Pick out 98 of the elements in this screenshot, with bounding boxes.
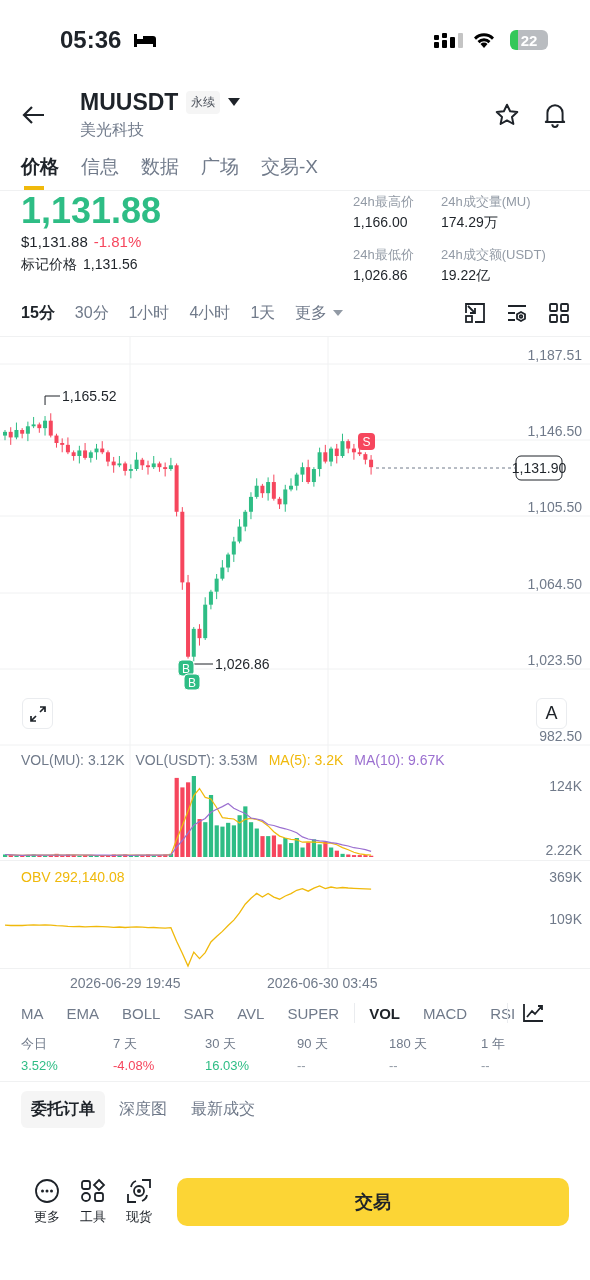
stat-value: 19.22亿 [441,266,492,285]
stat-label: 24h成交额(USDT) [441,245,547,264]
interval-tab[interactable]: 30分 [74,302,109,324]
tab[interactable]: 交易-X [261,150,318,190]
bell-icon[interactable] [542,102,568,128]
axis-label: 2.22K [545,842,582,858]
period-change: 16.03% [205,1058,251,1073]
period-label: 7 天 [113,1035,138,1053]
interval-tab[interactable]: 15分 [21,302,55,324]
expand-icon [27,703,48,724]
legend-item: VOL(USDT): 3.53M [135,752,258,768]
stat-value: 1,026.86 [353,266,409,283]
more-intervals-dropdown[interactable]: 更多 [295,302,344,324]
order-book-tab[interactable]: 委托订单 [21,1091,105,1128]
contract-badge: 永续 [186,91,221,114]
high-price-label: 1,165.52 [62,388,117,404]
scale-button[interactable]: A [536,698,567,729]
signal-icon [434,32,464,48]
window-icon[interactable] [464,302,486,324]
period-change: -- [481,1058,491,1073]
interval-tab[interactable]: 4小时 [189,302,231,324]
grid-icon[interactable] [548,302,570,324]
indicator-tab[interactable]: RSI [490,1004,516,1022]
more-icon [34,1178,60,1204]
indicator-tab[interactable]: MACD [423,1004,468,1022]
legend-item: MA(5): 3.2K [268,752,344,768]
price-change: -1.81% [93,233,142,250]
time-label: 2026-06-30 03:45 [267,975,378,991]
last-price: 1,131.88 [21,191,163,231]
order-book-tab[interactable]: 深度图 [109,1091,177,1128]
indicator-tab[interactable]: SAR [183,1004,215,1022]
period-label: 1 年 [481,1035,506,1053]
indicator-tab[interactable]: EMA [66,1004,99,1022]
axis-label: 369K [549,869,582,885]
scan-icon [126,1178,152,1204]
chart-settings-icon[interactable] [522,1003,545,1023]
stat-label: 24h成交量(MU) [441,193,532,211]
stat-value: 1,166.00 [353,214,409,230]
toolbar-action[interactable]: 更多 [34,1178,60,1226]
interval-tab[interactable]: 1天 [250,302,276,324]
axis-label: 124K [549,778,582,794]
tab[interactable]: 价格 [21,150,59,190]
stat-label: 24h最高价 [353,193,415,211]
stat-value: 174.29万 [441,214,499,232]
caret-icon[interactable] [228,98,241,107]
axis-label: 1,064.50 [527,576,582,592]
clock-time: 05:36 [60,26,122,54]
axis-label: 1,023.50 [527,652,582,668]
bed-icon [133,32,158,48]
axis-label: 1,105.50 [527,499,582,515]
symbol-title[interactable]: MUUSDT [80,89,179,116]
leader-line [44,395,61,406]
company-name: 美光科技 [80,120,145,140]
buy-marker: B [177,659,195,677]
indicator-tab[interactable]: MA [21,1004,44,1022]
interval-tab[interactable]: 1小时 [128,302,170,324]
indicator-tab[interactable]: AVL [237,1004,265,1022]
indicator-tab[interactable]: SUPER [287,1004,340,1022]
toolbar-action[interactable]: 现货 [126,1178,152,1226]
mark-price-label: 标记价格 [21,256,77,274]
legend-item: VOL(MU): 3.12K [21,752,125,768]
fullscreen-button[interactable] [22,698,53,729]
axis-label: 109K [549,911,582,927]
axis-label: 1,146.50 [527,423,582,439]
axis-label: 1,187.51 [527,347,582,363]
period-change: -- [297,1058,307,1073]
caret-icon [333,309,344,317]
period-change: -4.08% [113,1058,156,1073]
axis-label: 982.50 [539,728,582,744]
obv-legend: OBV 292,140.08 [21,869,125,885]
period-label: 180 天 [389,1035,429,1053]
order-book-tab[interactable]: 最新成交 [181,1091,265,1128]
sell-marker: S [358,433,375,450]
time-label: 2026-06-29 19:45 [70,975,181,991]
shapes-icon [80,1178,106,1204]
tab[interactable]: 广场 [201,150,239,190]
indicator-tab[interactable]: BOLL [122,1004,161,1022]
usd-price: $1,131.88 [21,233,88,250]
tab[interactable]: 数据 [141,150,179,190]
tab[interactable]: 信息 [81,150,119,190]
period-change: -- [389,1058,399,1073]
low-price-label: 1,026.86 [215,656,270,672]
back-arrow-icon[interactable] [22,105,46,125]
trade-button[interactable]: 交易 [177,1178,569,1226]
period-label: 今日 [21,1035,48,1053]
toolbar-action[interactable]: 工具 [80,1178,106,1226]
battery-icon: 22 [510,30,548,50]
star-icon[interactable] [494,102,520,128]
period-label: 90 天 [297,1035,330,1053]
period-change: 3.52% [21,1058,59,1073]
legend-item: MA(10): 9.67K [354,752,445,768]
stat-label: 24h最低价 [353,245,415,264]
mark-price-value: 1,131.56 [83,256,138,274]
settings-icon[interactable] [506,302,528,324]
indicator-tab[interactable]: VOL [369,1004,400,1022]
wifi-icon [472,31,496,49]
period-label: 30 天 [205,1035,238,1053]
buy-marker: B [183,673,201,691]
